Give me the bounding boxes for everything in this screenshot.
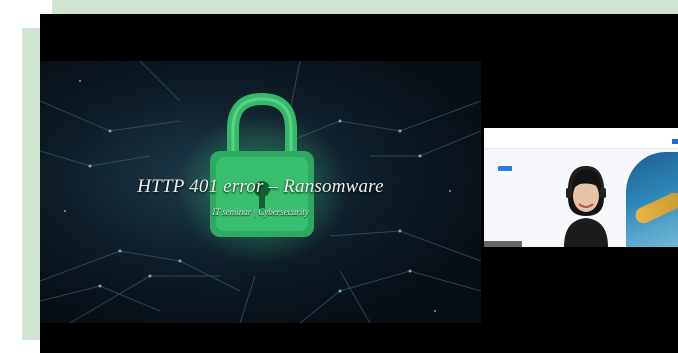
presentation-slide: HTTP 401 error – Ransomware IT seminar |… [40,61,481,323]
window-frame-top [52,0,678,14]
video-name-bar [484,241,522,247]
webpage-nav-button [672,139,678,144]
slide-subtitle: IT seminar | Cybersecurity [212,207,309,217]
webpage-navbar [484,128,678,149]
shared-screen: HTTP 401 error – Ransomware IT seminar |… [40,14,678,353]
presenter-video-tile[interactable] [484,128,678,247]
slide-title: HTTP 401 error – Ransomware [137,176,384,197]
webpage-tag [498,166,512,171]
window-frame-left [22,28,40,340]
presenter-avatar [564,166,608,247]
